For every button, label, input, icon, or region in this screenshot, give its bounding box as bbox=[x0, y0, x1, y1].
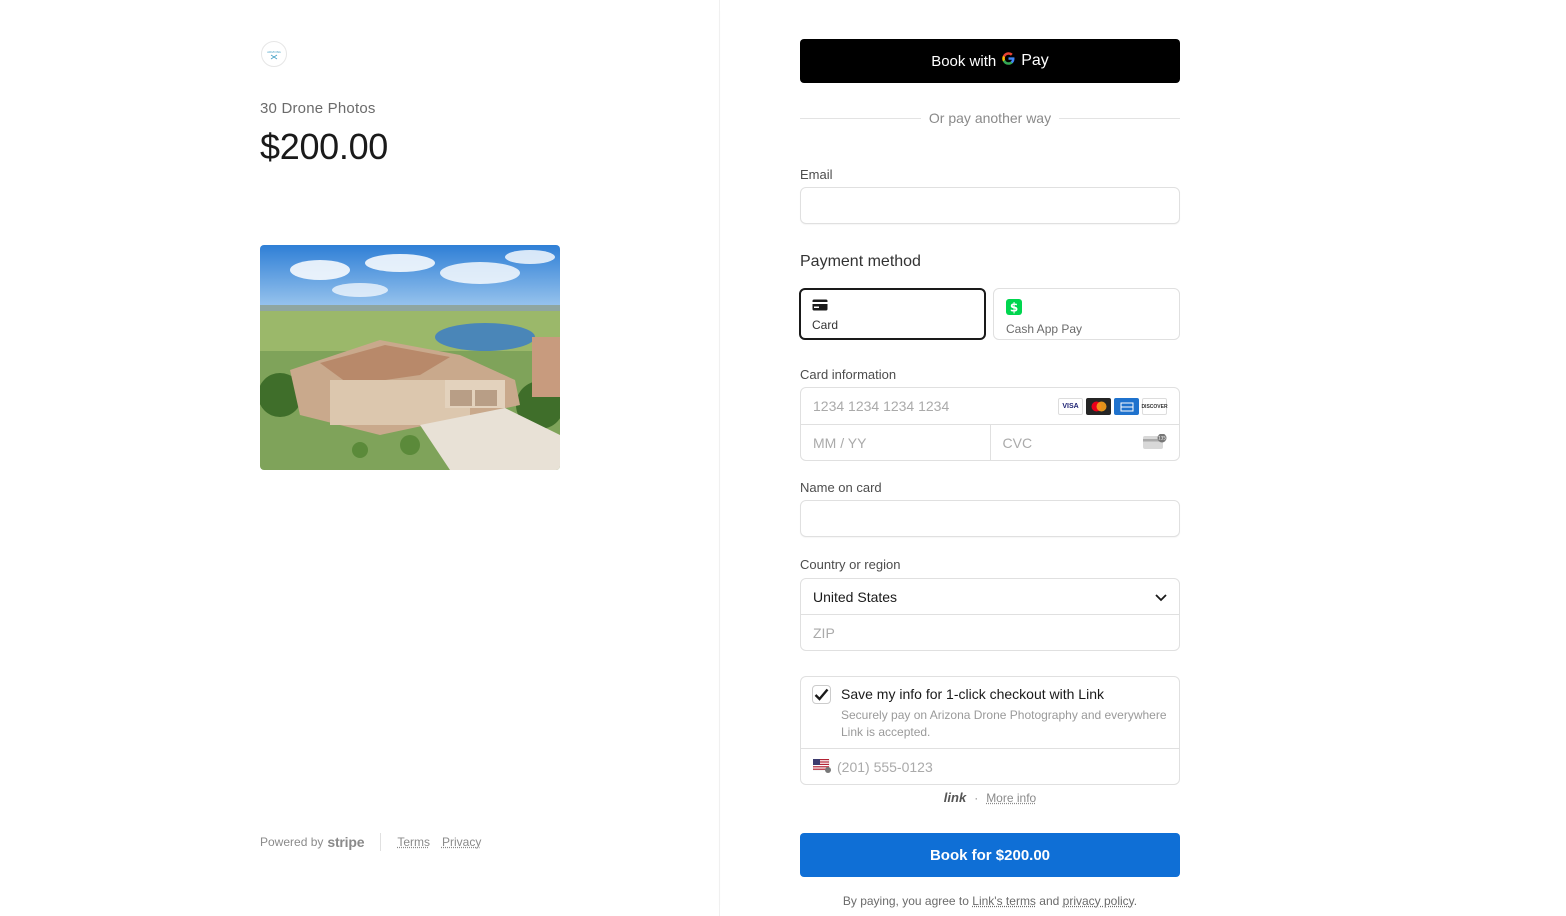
expiry-placeholder: MM / YY bbox=[813, 435, 867, 451]
product-price: $200.00 bbox=[260, 126, 389, 167]
chevron-down-icon bbox=[1155, 589, 1167, 605]
merchant-logo: ARIZONA bbox=[261, 41, 287, 67]
card-number-placeholder: 1234 1234 1234 1234 bbox=[813, 398, 950, 414]
svg-text:$: $ bbox=[1010, 301, 1018, 315]
mastercard-icon bbox=[1086, 398, 1111, 415]
tab-card[interactable]: Card bbox=[799, 288, 986, 340]
or-divider-text: Or pay another way bbox=[928, 110, 1052, 126]
cvc-card-icon: 135 bbox=[1143, 433, 1167, 453]
dot-separator: · bbox=[974, 790, 979, 805]
card-icon bbox=[812, 299, 828, 314]
product-summary-panel: ARIZONA 30 Drone Photos $200.00 Powered … bbox=[0, 0, 720, 916]
zip-input[interactable]: ZIP bbox=[801, 615, 1179, 651]
tab-cash-app-pay[interactable]: $ Cash App Pay bbox=[993, 288, 1180, 340]
legal-text: By paying, you agree to Link's terms and… bbox=[800, 894, 1180, 908]
legal-suffix: . bbox=[1133, 894, 1138, 908]
payment-method-title: Payment method bbox=[800, 253, 921, 270]
zip-placeholder: ZIP bbox=[813, 625, 835, 641]
phone-placeholder: (201) 555-0123 bbox=[837, 759, 933, 775]
google-pay-button[interactable]: Book with Pay bbox=[800, 39, 1180, 83]
link-save-info-box: Save my info for 1-click checkout with L… bbox=[800, 676, 1180, 785]
amex-icon bbox=[1114, 398, 1139, 415]
legal-and: and bbox=[1039, 894, 1060, 908]
expiry-input[interactable]: MM / YY bbox=[801, 425, 991, 461]
country-address-group: United States ZIP bbox=[800, 578, 1180, 651]
link-logo: link bbox=[943, 790, 967, 805]
panel-divider bbox=[719, 0, 720, 916]
card-information-group: 1234 1234 1234 1234 VISA DISCOVER MM / Y… bbox=[800, 387, 1180, 461]
save-info-checkbox[interactable] bbox=[812, 685, 831, 704]
card-number-input[interactable]: 1234 1234 1234 1234 VISA DISCOVER bbox=[801, 388, 1179, 425]
privacy-policy-link[interactable]: privacy policy bbox=[1063, 894, 1134, 908]
privacy-link[interactable]: Privacy bbox=[442, 835, 481, 849]
product-name: 30 Drone Photos bbox=[260, 100, 376, 117]
card-information-label: Card information bbox=[800, 367, 897, 382]
link-save-description: Securely pay on Arizona Drone Photograph… bbox=[841, 708, 1167, 739]
email-label: Email bbox=[800, 167, 833, 182]
footer-divider bbox=[380, 833, 382, 851]
google-g-icon bbox=[1001, 51, 1016, 71]
name-on-card-label: Name on card bbox=[800, 480, 882, 495]
cvc-placeholder: CVC bbox=[1002, 435, 1033, 451]
discover-icon: DISCOVER bbox=[1141, 398, 1168, 415]
legal-prefix: By paying, you agree to bbox=[842, 894, 969, 908]
link-footer: link · More info bbox=[800, 790, 1180, 805]
powered-by-stripe[interactable]: Powered by stripe bbox=[260, 834, 365, 850]
us-flag-icon bbox=[812, 758, 831, 776]
name-on-card-field[interactable] bbox=[800, 500, 1180, 537]
email-field[interactable] bbox=[800, 187, 1180, 224]
svg-text:ARIZONA: ARIZONA bbox=[267, 50, 281, 54]
stripe-footer: Powered by stripe Terms Privacy bbox=[260, 833, 493, 851]
country-selected-value: United States bbox=[813, 588, 898, 605]
powered-by-label: Powered by bbox=[260, 835, 324, 849]
gpay-pay-text: Pay bbox=[1021, 52, 1049, 69]
visa-icon: VISA bbox=[1058, 398, 1083, 415]
book-button[interactable]: Book for $200.00 bbox=[800, 833, 1180, 877]
svg-text:135: 135 bbox=[1158, 436, 1166, 441]
tab-card-label: Card bbox=[812, 318, 839, 332]
country-label: Country or region bbox=[800, 557, 901, 572]
gpay-prefix: Book with bbox=[931, 52, 997, 70]
link-terms-link[interactable]: Link's terms bbox=[972, 894, 1036, 908]
country-select[interactable]: United States bbox=[801, 579, 1179, 615]
cash-app-icon: $ bbox=[1006, 299, 1022, 318]
card-brands: VISA DISCOVER bbox=[1058, 398, 1168, 415]
product-image bbox=[260, 245, 560, 470]
phone-input[interactable]: (201) 555-0123 bbox=[801, 749, 1179, 785]
cvc-input[interactable]: CVC 135 bbox=[991, 425, 1180, 461]
more-info-link[interactable]: More info bbox=[986, 791, 1036, 805]
or-divider: Or pay another way bbox=[800, 110, 1181, 126]
terms-link[interactable]: Terms bbox=[397, 835, 430, 849]
stripe-logo: stripe bbox=[327, 834, 365, 850]
checkmark-icon bbox=[814, 688, 829, 701]
tab-cash-app-label: Cash App Pay bbox=[1006, 322, 1083, 336]
link-save-title: Save my info for 1-click checkout with L… bbox=[841, 686, 1104, 702]
